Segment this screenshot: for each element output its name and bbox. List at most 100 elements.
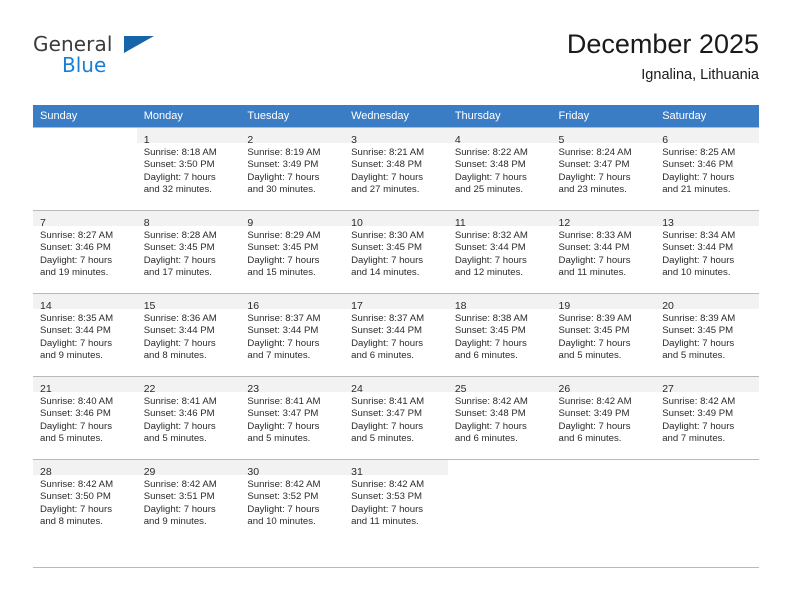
calendar-day-cell[interactable]: 21 Sunrise: 8:40 AM Sunset: 3:46 PM Dayligh…: [33, 376, 137, 459]
sunset-line: Sunset: 3:48 PM: [454, 408, 526, 420]
calendar-day-cell[interactable]: 19 Sunrise: 8:39 AM Sunset: 3:45 PM Dayligh…: [551, 293, 656, 376]
calendar-day-cell[interactable]: 14 Sunrise: 8:35 AM Sunset: 3:44 PM Dayligh…: [33, 293, 137, 376]
day-cell-inner: 4 Sunrise: 8:22 AM Sunset: 3:48 PM Daylight…: [447, 127, 552, 210]
weekday-header-monday: Monday: [136, 105, 241, 127]
calendar-day-cell[interactable]: 9 Sunrise: 8:29 AM Sunset: 3:45 PM Daylight…: [240, 210, 345, 293]
daylight-line-2: and 10 minutes.: [247, 516, 316, 528]
calendar-day-cell[interactable]: 7 Sunrise: 8:27 AM Sunset: 3:46 PM Daylight…: [33, 210, 137, 293]
calendar-day-cell[interactable]: 20 Sunrise: 8:39 AM Sunset: 3:45 PM Dayligh…: [655, 293, 759, 376]
calendar-day-cell[interactable]: 3 Sunrise: 8:21 AM Sunset: 3:48 PM Daylight…: [344, 127, 448, 210]
calendar-day-cell[interactable]: 22 Sunrise: 8:41 AM Sunset: 3:46 PM Dayligh…: [136, 376, 241, 459]
day-number: 16: [247, 300, 260, 312]
weekday-header-wednesday: Wednesday: [344, 105, 448, 127]
day-number: 29: [143, 466, 156, 478]
calendar-day-cell[interactable]: 1 Sunrise: 8:18 AM Sunset: 3:50 PM Daylight…: [136, 127, 241, 210]
daylight-line-1: Daylight: 7 hours: [662, 171, 735, 183]
calendar-day-cell[interactable]: 4 Sunrise: 8:22 AM Sunset: 3:48 PM Daylight…: [447, 127, 552, 210]
sunrise-line: Sunrise: 8:42 AM: [143, 479, 217, 490]
daylight-line-2: and 15 minutes.: [247, 267, 316, 279]
daylight-line-1: Daylight: 7 hours: [40, 254, 112, 266]
day-cell-details: Sunrise: 8:19 AM Sunset: 3:49 PM Daylight:…: [240, 143, 344, 197]
calendar-day-cell[interactable]: 27 Sunrise: 8:42 AM Sunset: 3:49 PM Dayligh…: [655, 376, 759, 459]
day-number-bar: 20: [655, 294, 759, 312]
calendar-grid: Sunday Monday Tuesday Wednesday Thursday…: [33, 105, 759, 542]
day-cell-details: Sunrise: 8:38 AM Sunset: 3:45 PM Daylight:…: [448, 309, 552, 363]
day-number-bar: 2: [240, 128, 345, 146]
daylight-line-2: and 6 minutes.: [454, 433, 518, 445]
sunset-line: Sunset: 3:45 PM: [143, 242, 215, 254]
day-number-bar: 27: [655, 377, 759, 395]
day-cell-details: Sunrise: 8:21 AM Sunset: 3:48 PM Daylight:…: [344, 143, 448, 197]
sunset-line: Sunset: 3:51 PM: [143, 491, 215, 503]
calendar-day-cell[interactable]: 28 Sunrise: 8:42 AM Sunset: 3:50 PM Dayligh…: [33, 459, 137, 542]
day-number: 6: [662, 134, 669, 146]
day-cell-details: [552, 475, 656, 479]
calendar-day-cell[interactable]: 13 Sunrise: 8:34 AM Sunset: 3:44 PM Dayligh…: [655, 210, 759, 293]
day-number: 3: [351, 134, 357, 146]
calendar-day-cell[interactable]: 2 Sunrise: 8:19 AM Sunset: 3:49 PM Daylight…: [240, 127, 345, 210]
weekday-header-row: Sunday Monday Tuesday Wednesday Thursday…: [33, 105, 759, 127]
calendar-day-cell[interactable]: 15 Sunrise: 8:36 AM Sunset: 3:44 PM Dayligh…: [136, 293, 241, 376]
calendar-day-cell[interactable]: 11 Sunrise: 8:32 AM Sunset: 3:44 PM Dayligh…: [447, 210, 552, 293]
daylight-line-2: and 5 minutes.: [247, 433, 311, 445]
calendar-day-cell[interactable]: 24 Sunrise: 8:41 AM Sunset: 3:47 PM Dayligh…: [344, 376, 448, 459]
calendar-page: General Blue December 2025 Ignalina, Lit…: [0, 0, 792, 612]
day-cell-details: Sunrise: 8:37 AM Sunset: 3:44 PM Daylight:…: [240, 309, 344, 363]
daylight-line-1: Daylight: 7 hours: [143, 503, 216, 515]
daylight-line-1: Daylight: 7 hours: [143, 420, 216, 432]
general-blue-logo[interactable]: General Blue: [33, 32, 163, 86]
sunset-line: Sunset: 3:44 PM: [454, 242, 526, 254]
daylight-line-1: Daylight: 7 hours: [558, 420, 631, 432]
daylight-line-1: Daylight: 7 hours: [662, 337, 735, 349]
logo-triangle-icon: [124, 36, 154, 53]
sunset-line: Sunset: 3:49 PM: [247, 159, 319, 171]
calendar-day-cell[interactable]: 18 Sunrise: 8:38 AM Sunset: 3:45 PM Dayligh…: [447, 293, 552, 376]
day-cell-inner: 8 Sunrise: 8:28 AM Sunset: 3:45 PM Daylight…: [136, 210, 241, 293]
day-cell-details: Sunrise: 8:32 AM Sunset: 3:44 PM Daylight:…: [448, 226, 552, 280]
calendar-day-cell[interactable]: 29 Sunrise: 8:42 AM Sunset: 3:51 PM Dayligh…: [136, 459, 241, 542]
calendar-day-cell[interactable]: 12 Sunrise: 8:33 AM Sunset: 3:44 PM Dayligh…: [551, 210, 656, 293]
day-number-bar: [448, 460, 552, 475]
daylight-line-1: Daylight: 7 hours: [143, 337, 216, 349]
calendar-day-cell[interactable]: 31 Sunrise: 8:42 AM Sunset: 3:53 PM Dayligh…: [344, 459, 448, 542]
day-number-bar: 4: [447, 128, 552, 146]
day-number: 18: [454, 300, 467, 312]
day-cell-inner: 7 Sunrise: 8:27 AM Sunset: 3:46 PM Daylight…: [33, 210, 137, 293]
calendar-day-cell[interactable]: 17 Sunrise: 8:37 AM Sunset: 3:44 PM Dayligh…: [344, 293, 448, 376]
day-number: 12: [558, 217, 571, 229]
sunrise-line: Sunrise: 8:25 AM: [662, 147, 736, 158]
day-number: 11: [454, 217, 466, 229]
daylight-line-1: Daylight: 7 hours: [247, 171, 320, 183]
day-number-bar: 15: [136, 294, 241, 312]
daylight-line-2: and 6 minutes.: [454, 350, 518, 362]
daylight-line-1: Daylight: 7 hours: [454, 254, 527, 266]
daylight-line-2: and 19 minutes.: [40, 267, 109, 279]
calendar-day-cell[interactable]: 8 Sunrise: 8:28 AM Sunset: 3:45 PM Daylight…: [136, 210, 241, 293]
sunset-line: Sunset: 3:44 PM: [662, 242, 734, 254]
sunset-line: Sunset: 3:45 PM: [558, 325, 630, 337]
day-cell-details: [448, 475, 552, 479]
calendar-week-row: 14 Sunrise: 8:35 AM Sunset: 3:44 PM Dayligh…: [33, 293, 759, 376]
calendar-day-cell[interactable]: 26 Sunrise: 8:42 AM Sunset: 3:49 PM Dayligh…: [551, 376, 656, 459]
daylight-line-2: and 5 minutes.: [558, 350, 622, 362]
calendar-day-cell[interactable]: 5 Sunrise: 8:24 AM Sunset: 3:47 PM Daylight…: [551, 127, 656, 210]
day-number-bar: 8: [136, 211, 241, 229]
calendar-day-cell[interactable]: 6 Sunrise: 8:25 AM Sunset: 3:46 PM Daylight…: [655, 127, 759, 210]
day-number-bar: 5: [551, 128, 656, 146]
weekday-header-thursday: Thursday: [447, 105, 552, 127]
daylight-line-2: and 8 minutes.: [40, 516, 103, 528]
day-number-bar: 11: [447, 211, 552, 229]
calendar-day-cell[interactable]: 10 Sunrise: 8:30 AM Sunset: 3:45 PM Dayligh…: [344, 210, 448, 293]
daylight-line-1: Daylight: 7 hours: [247, 254, 320, 266]
calendar-day-cell[interactable]: 25 Sunrise: 8:42 AM Sunset: 3:48 PM Dayligh…: [447, 376, 552, 459]
sunrise-line: Sunrise: 8:33 AM: [558, 230, 632, 241]
sunrise-line: Sunrise: 8:37 AM: [351, 313, 425, 324]
calendar-day-cell[interactable]: 16 Sunrise: 8:37 AM Sunset: 3:44 PM Dayligh…: [240, 293, 345, 376]
calendar-day-cell[interactable]: 23 Sunrise: 8:41 AM Sunset: 3:47 PM Dayligh…: [240, 376, 345, 459]
day-number-bar: 29: [136, 460, 241, 478]
daylight-line-1: Daylight: 7 hours: [662, 420, 735, 432]
day-number: 28: [40, 466, 52, 478]
sunrise-line: Sunrise: 8:37 AM: [247, 313, 321, 324]
calendar-day-cell[interactable]: 30 Sunrise: 8:42 AM Sunset: 3:52 PM Dayligh…: [240, 459, 345, 542]
daylight-line-2: and 12 minutes.: [454, 267, 524, 279]
